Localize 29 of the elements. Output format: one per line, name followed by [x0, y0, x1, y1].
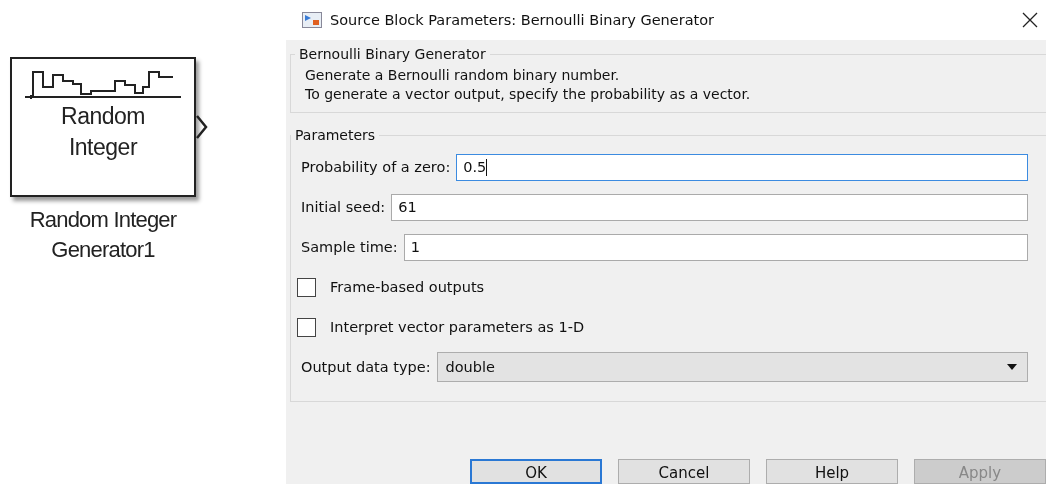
checkbox-label: Frame-based outputs: [330, 279, 485, 295]
group-title: Parameters: [294, 127, 377, 143]
dialog-button[interactable]: Help: [766, 459, 898, 484]
checkbox[interactable]: [297, 317, 316, 337]
block-parameters-icon: [302, 12, 322, 28]
caret-icon: [1007, 364, 1017, 370]
checkbox-label: Interpret vector parameters as 1-D: [330, 319, 585, 335]
dialog-button[interactable]: Cancel: [618, 459, 750, 484]
block-label: Generator1: [50, 236, 156, 264]
dialog-button[interactable]: OK: [470, 459, 602, 484]
block-label: Random Integer: [28, 206, 178, 234]
input-field[interactable]: 1: [403, 233, 1028, 261]
checkbox[interactable]: [297, 277, 316, 297]
description-text: Generate a Bernoulli random binary number.: [305, 66, 621, 85]
close-icon[interactable]: [1022, 12, 1038, 28]
field-label: Initial seed:: [301, 199, 386, 215]
input-field[interactable]: 61: [391, 193, 1028, 221]
description-text: To generate a vector output, specify the probability as a vector.: [305, 85, 752, 104]
window-title: Source Block Parameters: Bernoulli Binary Generator: [330, 12, 716, 28]
group-title: Bernoulli Binary Generator: [298, 46, 487, 62]
field-label: Probability of a zero:: [301, 159, 451, 175]
field-label: Sample time:: [301, 239, 398, 255]
block-text: Random: [61, 102, 145, 131]
dropdown[interactable]: double: [436, 352, 1028, 382]
field-label: Output data type:: [301, 359, 431, 375]
input-field[interactable]: 0.5: [456, 153, 1028, 181]
output-port-icon: [196, 115, 208, 139]
random-integer-block[interactable]: Random Integer: [10, 57, 196, 197]
block-text: Integer: [68, 133, 138, 162]
